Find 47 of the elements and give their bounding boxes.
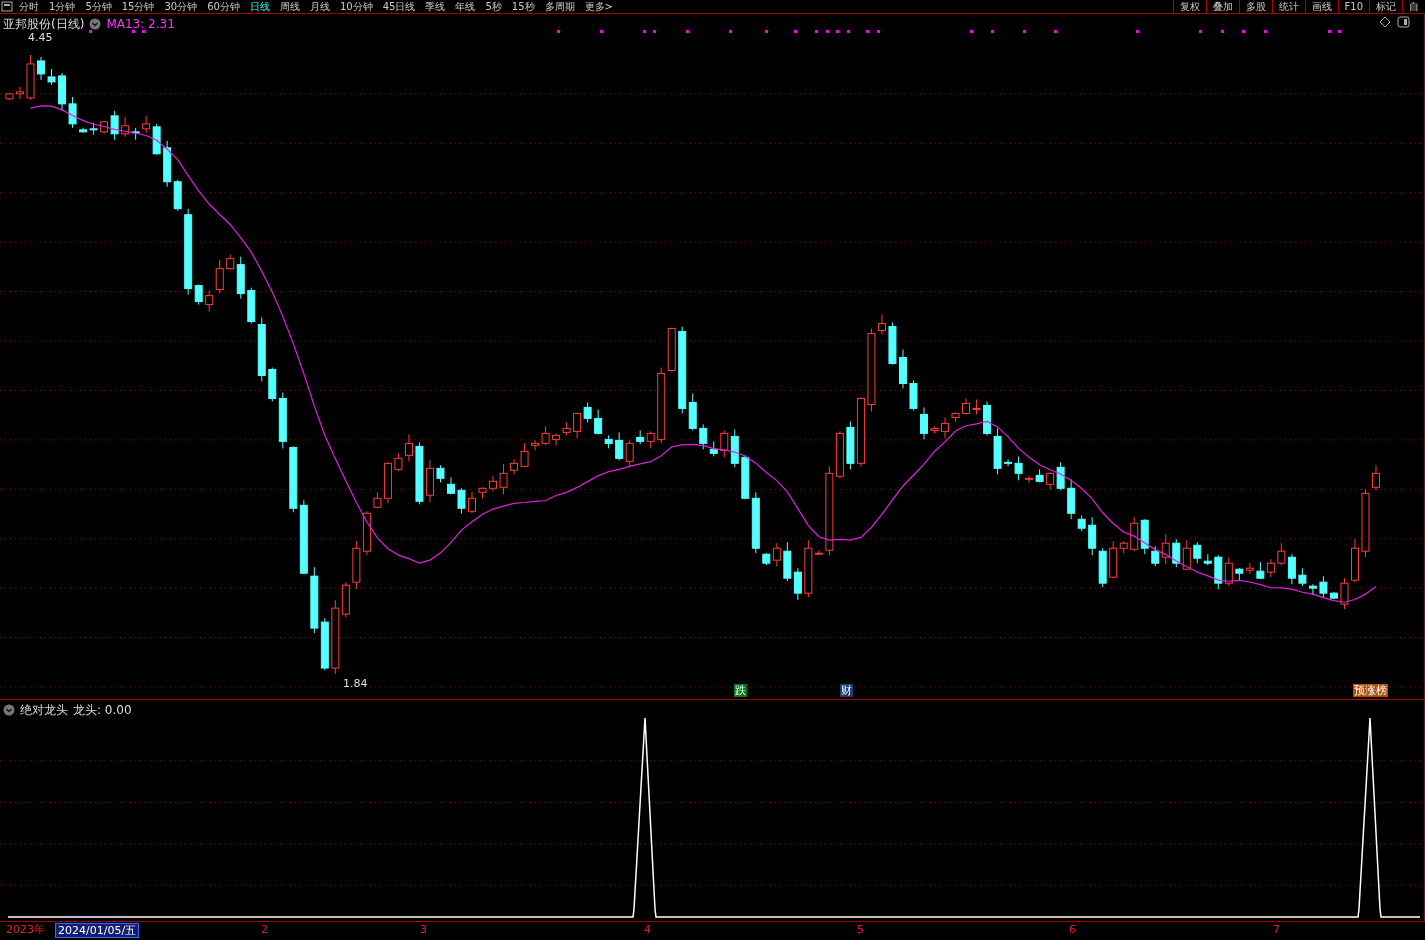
period-tab[interactable]: 分时	[14, 0, 44, 13]
axis-label: 2023年	[5, 923, 46, 936]
toolbar-button[interactable]: F10	[1337, 0, 1369, 13]
period-tab[interactable]: 5秒	[480, 0, 507, 13]
toolbar-button[interactable]: 自	[1402, 0, 1425, 13]
period-tab[interactable]: 15分钟	[116, 0, 160, 13]
period-tab[interactable]: 月线	[304, 0, 335, 13]
period-tab[interactable]: 周线	[274, 0, 305, 13]
chart-title: 亚邦股份(日线)	[3, 17, 85, 31]
toolbar-button[interactable]: 标记	[1369, 0, 1402, 13]
toolbar-button[interactable]: 多股	[1238, 0, 1272, 13]
period-tab[interactable]: 日线	[244, 0, 275, 13]
axis-label: 3	[419, 923, 428, 936]
event-tag: 跌	[734, 684, 747, 697]
chevron-down-icon[interactable]	[3, 704, 15, 716]
axis-label: 4	[643, 923, 652, 936]
diamond-icon[interactable]	[1379, 16, 1391, 28]
period-tab[interactable]: 15秒	[506, 0, 540, 13]
panel-icon[interactable]	[1397, 16, 1410, 28]
event-tag: 财	[840, 684, 853, 697]
period-tab[interactable]: 1分钟	[44, 0, 81, 13]
indicator-value: 龙头: 0.00	[73, 703, 132, 717]
toolbar-button[interactable]: 画线	[1304, 0, 1338, 13]
toolbar-button[interactable]: 复权	[1172, 0, 1206, 13]
indicator-value: MA13: 2.31	[106, 17, 175, 31]
axis-label: 2024/01/05/五	[55, 923, 140, 938]
high-price-label: 4.45	[28, 32, 53, 44]
toolbar-button[interactable]: 统计	[1271, 0, 1305, 13]
low-price-label: 1.84	[343, 678, 368, 690]
period-tab[interactable]: 季线	[420, 0, 451, 13]
period-tab[interactable]: 多周期	[539, 0, 580, 13]
period-tab[interactable]: 更多>	[579, 0, 618, 13]
period-tab[interactable]: 60分钟	[202, 0, 245, 13]
period-tab[interactable]: 10分钟	[334, 0, 378, 13]
period-tab[interactable]: 45日线	[377, 0, 421, 13]
chevron-down-icon[interactable]	[89, 18, 102, 30]
toolbar-button[interactable]: 叠加	[1205, 0, 1239, 13]
axis-label: 6	[1068, 923, 1077, 936]
axis-label: 5	[856, 923, 865, 936]
period-tab[interactable]: 5分钟	[80, 0, 117, 13]
window-icon[interactable]	[0, 0, 14, 13]
indicator-name: 绝对龙头	[20, 703, 68, 717]
period-tab[interactable]: 30分钟	[159, 0, 203, 13]
axis-label: 2	[260, 923, 269, 936]
period-tab[interactable]: 年线	[450, 0, 481, 13]
event-tag: 预涨榜	[1353, 684, 1388, 697]
axis-label: 7	[1272, 923, 1281, 936]
